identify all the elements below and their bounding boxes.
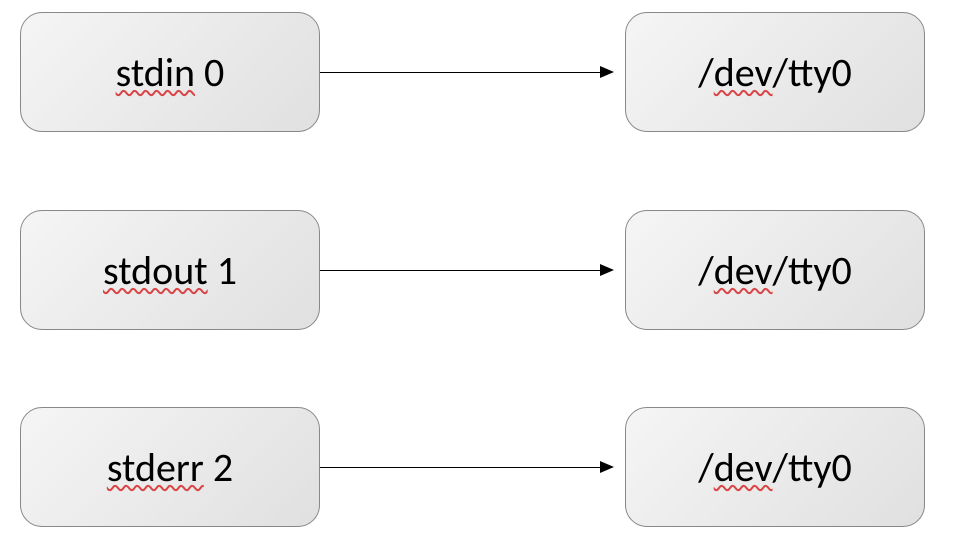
tty0-post-2: /tty0	[773, 246, 852, 295]
stdin-text: stdin	[116, 48, 195, 97]
tty0-pre-3: /	[698, 443, 713, 492]
node-stderr: stderr 2	[20, 407, 320, 527]
tty0-pre-2: /	[698, 246, 713, 295]
stdout-text: stdout	[103, 246, 208, 295]
stderr-text: stderr	[107, 443, 204, 492]
stderr-num: 2	[204, 443, 233, 492]
arrow-stderr	[320, 467, 612, 468]
tty0-post-1: /tty0	[773, 48, 852, 97]
node-tty-stdout: /dev/tty0	[625, 210, 925, 330]
arrow-stdout	[320, 270, 612, 271]
tty0-mid-2: dev	[714, 246, 773, 295]
tty0-mid-3: dev	[714, 443, 773, 492]
tty0-mid-1: dev	[714, 48, 773, 97]
stdout-num: 1	[208, 246, 237, 295]
fd-diagram: stdin 0 /dev/tty0 stdout 1 /dev/tty0 std…	[0, 0, 966, 543]
node-stdout-label: stdout 1	[103, 246, 237, 295]
node-tty-stderr: /dev/tty0	[625, 407, 925, 527]
node-stderr-label: stderr 2	[107, 443, 233, 492]
tty0-label-1: /dev/tty0	[698, 48, 851, 97]
tty0-label-2: /dev/tty0	[698, 246, 851, 295]
arrow-stdin	[320, 72, 612, 73]
node-stdout: stdout 1	[20, 210, 320, 330]
stdin-num: 0	[195, 48, 224, 97]
tty0-label-3: /dev/tty0	[698, 443, 851, 492]
tty0-pre-1: /	[698, 48, 713, 97]
tty0-post-3: /tty0	[773, 443, 852, 492]
node-stdin-label: stdin 0	[116, 48, 225, 97]
node-stdin: stdin 0	[20, 12, 320, 132]
node-tty-stdin: /dev/tty0	[625, 12, 925, 132]
